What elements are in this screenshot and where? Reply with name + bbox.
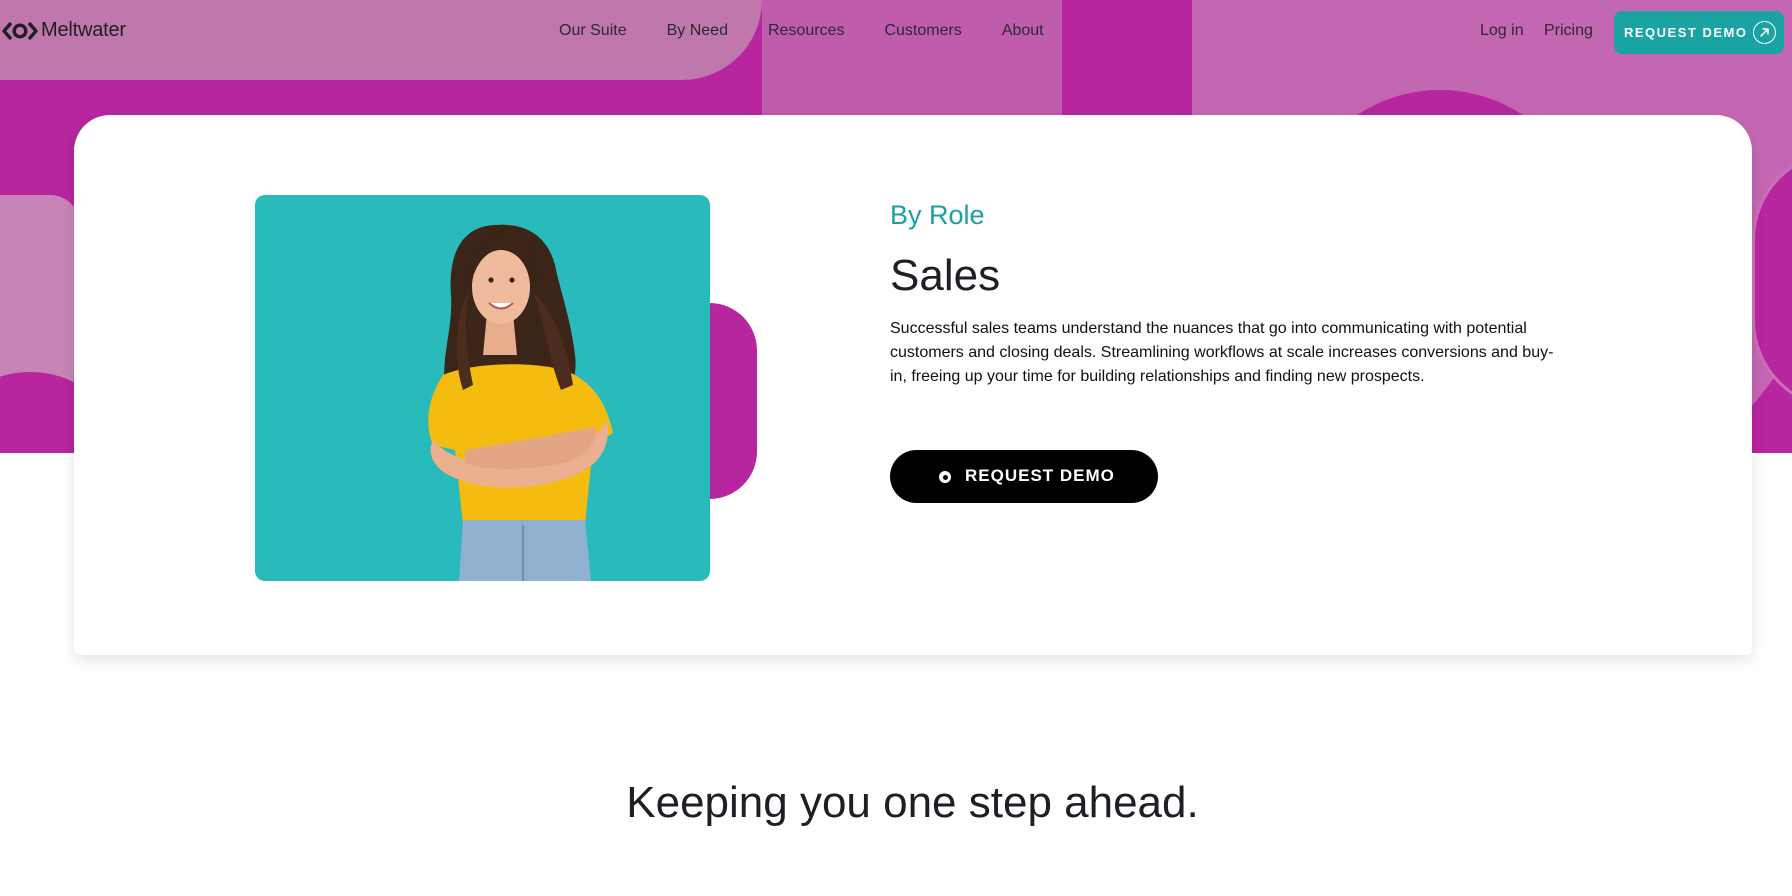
hero-photo xyxy=(255,195,710,581)
section-headline: Keeping you one step ahead. xyxy=(626,778,1199,827)
nav-item-our-suite[interactable]: Our Suite xyxy=(559,22,627,40)
meltwater-logo-icon xyxy=(2,21,38,40)
brand-name: Meltwater xyxy=(41,19,126,41)
nav-item-resources[interactable]: Resources xyxy=(768,22,844,40)
nav-request-demo-label: REQUEST DEMO xyxy=(1624,25,1748,40)
top-navigation: Meltwater Our Suite By Need Resources Cu… xyxy=(0,0,1792,64)
nav-item-by-need[interactable]: By Need xyxy=(667,22,728,40)
hero-card: By Role Sales Successful sales teams und… xyxy=(74,115,1752,655)
main-menu: Our Suite By Need Resources Customers Ab… xyxy=(559,22,1044,40)
hero-description: Successful sales teams understand the nu… xyxy=(890,320,1554,385)
login-link[interactable]: Log in xyxy=(1480,22,1524,40)
pricing-link[interactable]: Pricing xyxy=(1544,22,1593,40)
person-illustration xyxy=(428,224,613,581)
brand-logo[interactable]: Meltwater xyxy=(2,19,126,42)
hero-request-demo-button[interactable]: REQUEST DEMO xyxy=(890,450,1158,503)
ring-dot-icon xyxy=(939,471,951,483)
hero-request-demo-label: REQUEST DEMO xyxy=(965,466,1115,485)
arrow-up-right-icon xyxy=(1753,21,1776,44)
nav-request-demo-button[interactable]: REQUEST DEMO xyxy=(1614,11,1784,54)
nav-item-customers[interactable]: Customers xyxy=(884,22,961,40)
nav-item-about[interactable]: About xyxy=(1002,22,1044,40)
hero-eyebrow: By Role xyxy=(890,200,985,230)
hero-title: Sales xyxy=(890,251,1001,300)
